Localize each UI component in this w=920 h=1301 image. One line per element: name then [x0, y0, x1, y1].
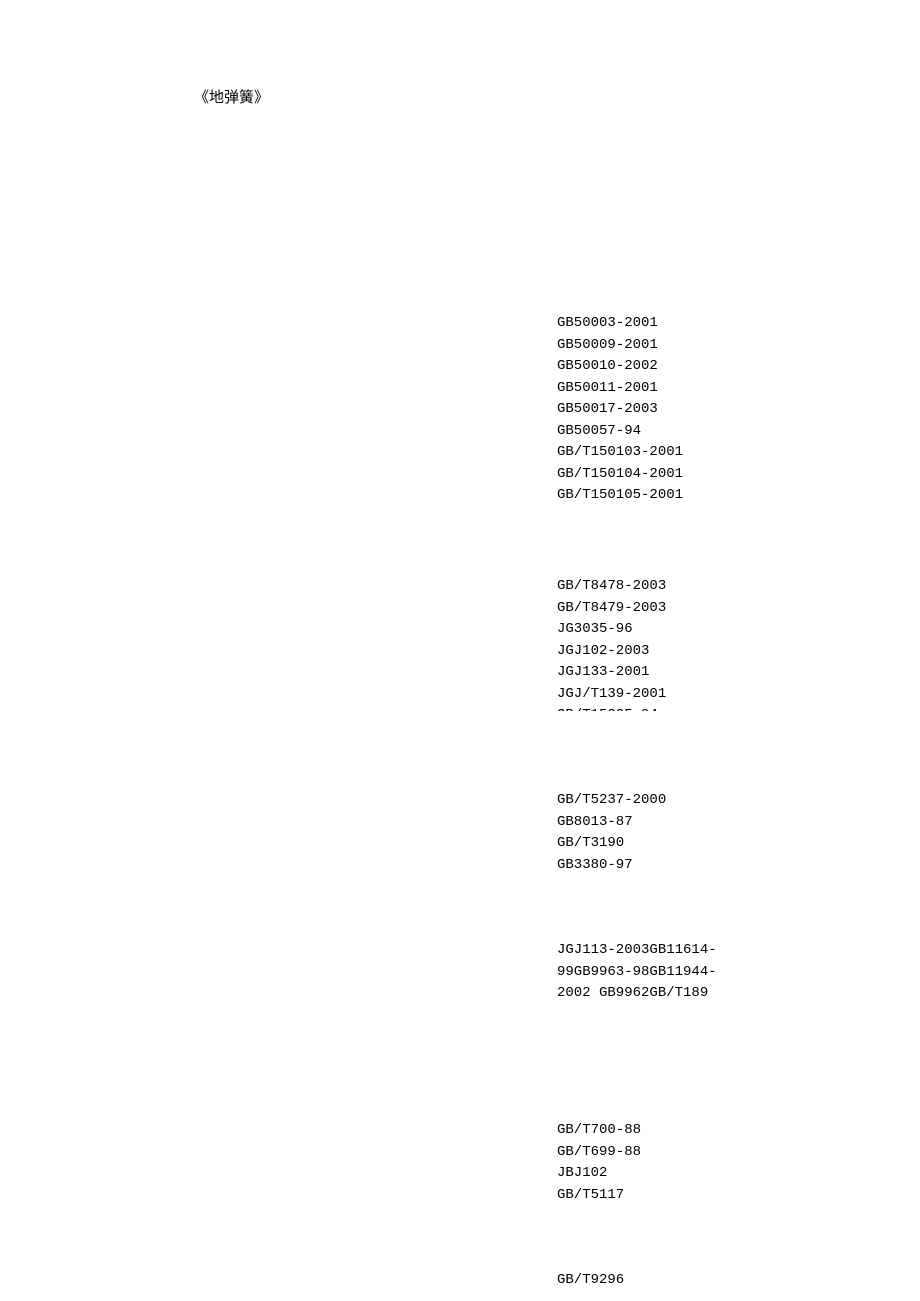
standards-block-5: GB/T700-88GB/T699-88JBJ102GB/T5117: [557, 1120, 641, 1202]
document-title: 《地弹簧》: [194, 86, 269, 107]
standards-block-1: GB50003-2001GB50009-2001GB50010-2002GB50…: [557, 313, 683, 507]
standards-block-3: GB/T5237-2000GB8013-87GB/T3190GB3380-97: [557, 790, 666, 872]
standards-block-2: GB/T8478-2003GB/T8479-2003JG3035-96JGJ10…: [557, 576, 666, 711]
standards-block-4: JGJ113-2003GB11614-99GB9963-98GB11944-20…: [557, 940, 717, 1005]
standards-block-6: GB/T9296: [557, 1270, 624, 1292]
